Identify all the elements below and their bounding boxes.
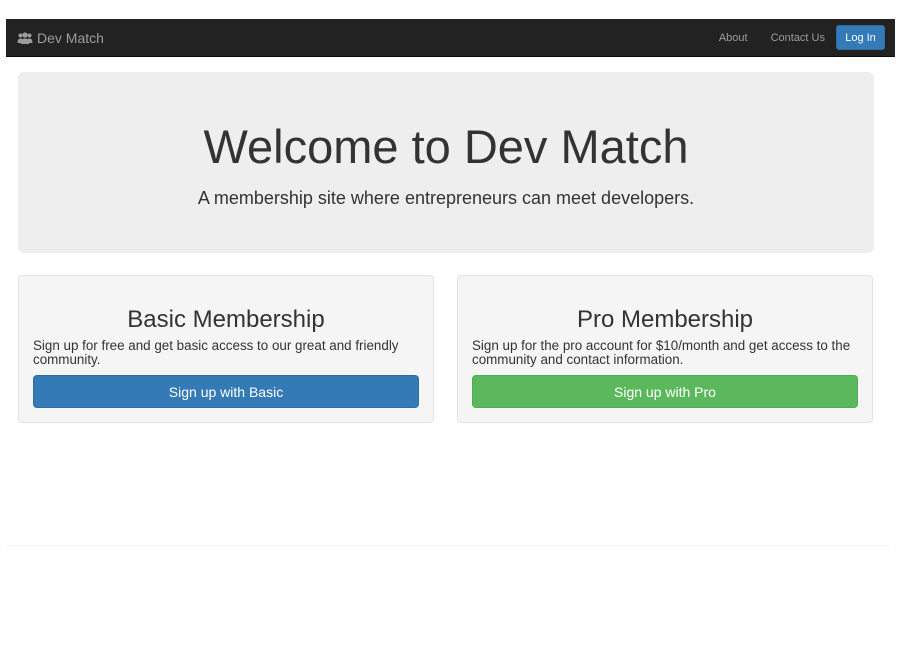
signup-pro-button[interactable]: Sign up with Pro xyxy=(472,375,858,408)
users-icon xyxy=(17,31,33,44)
hero-jumbotron: Welcome to Dev Match A membership site w… xyxy=(18,72,874,253)
nav-link-about[interactable]: About xyxy=(719,32,748,44)
signup-basic-button[interactable]: Sign up with Basic xyxy=(33,375,419,408)
top-navbar: Dev Match About Contact Us Log In xyxy=(6,19,895,57)
brand-label: Dev Match xyxy=(37,29,104,46)
divider xyxy=(6,545,890,546)
pro-membership-description: Sign up for the pro account for $10/mont… xyxy=(472,338,851,367)
basic-membership-title: Basic Membership xyxy=(127,306,325,333)
hero-title: Welcome to Dev Match xyxy=(203,120,689,173)
hero-subtitle: A membership site where entrepreneurs ca… xyxy=(197,188,695,208)
basic-membership-description: Sign up for free and get basic access to… xyxy=(33,338,399,367)
login-button[interactable]: Log In xyxy=(836,25,885,50)
nav-link-contact-us[interactable]: Contact Us xyxy=(771,32,825,44)
pro-membership-title: Pro Membership xyxy=(576,306,754,333)
brand-link[interactable]: Dev Match xyxy=(17,19,104,56)
basic-membership-panel: Basic Membership Sign up for free and ge… xyxy=(18,275,434,423)
pro-membership-panel: Pro Membership Sign up for the pro accou… xyxy=(457,275,873,423)
navbar-right: About Contact Us Log In xyxy=(719,19,885,56)
